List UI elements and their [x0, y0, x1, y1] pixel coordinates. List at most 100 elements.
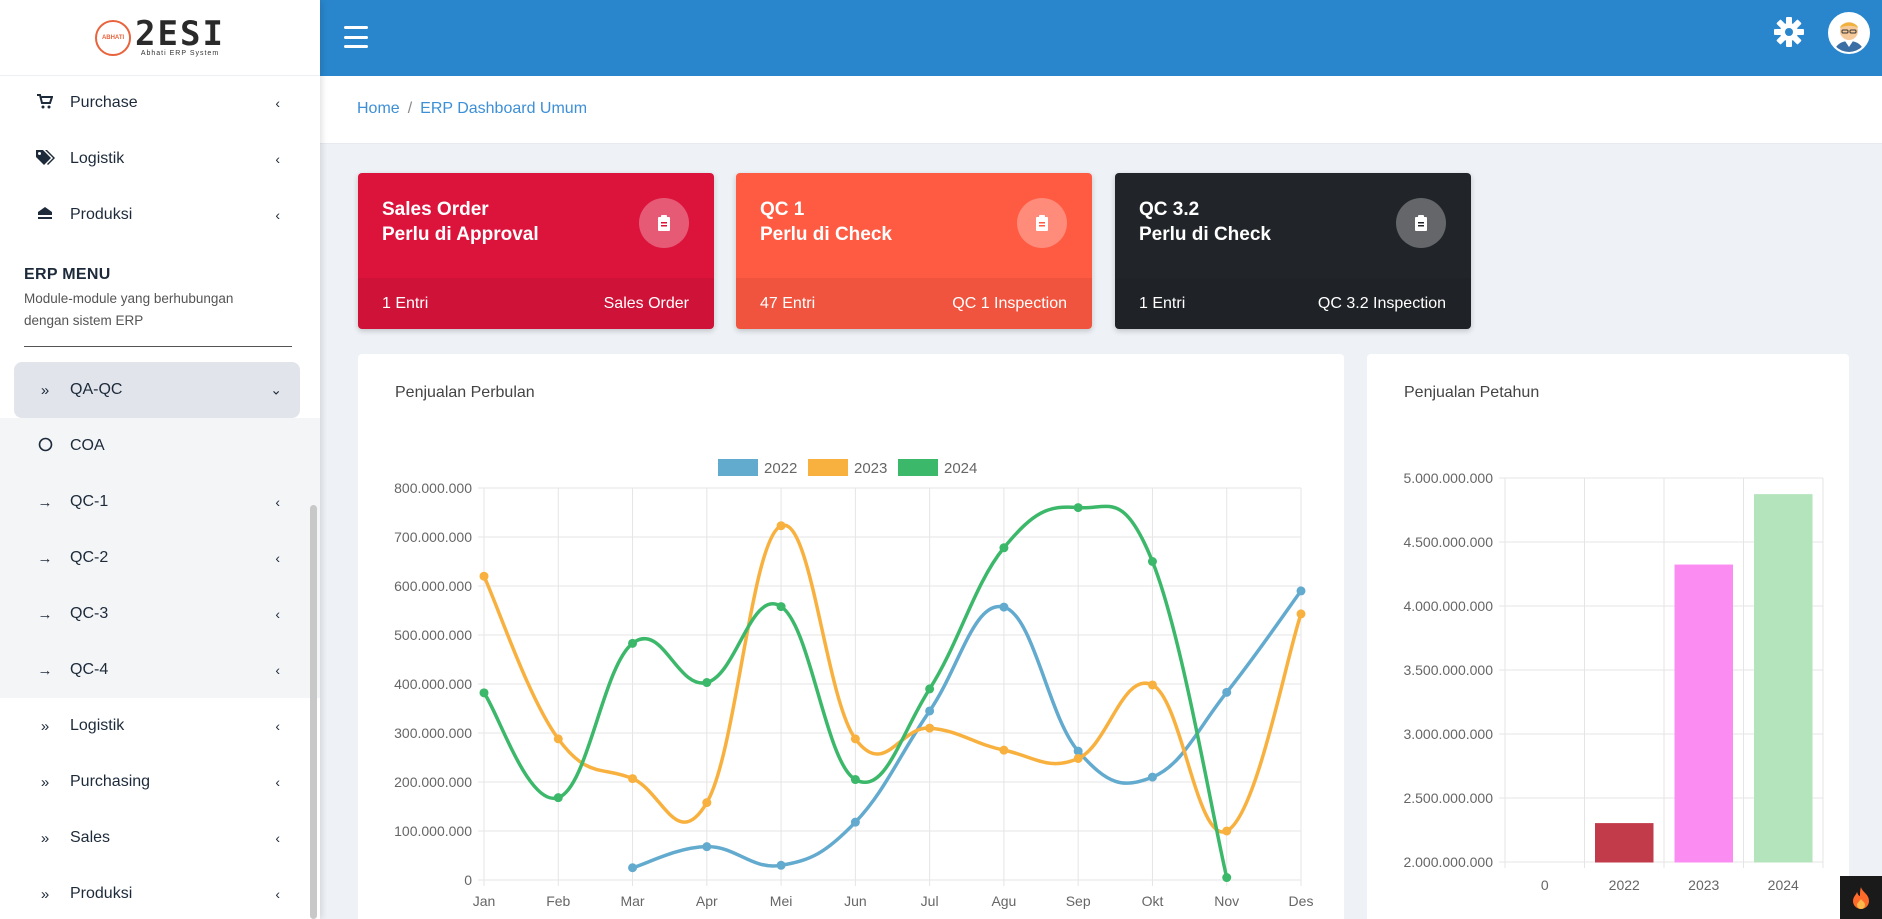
data-point-2024	[1073, 503, 1083, 513]
chevron-left-icon: ‹	[275, 494, 280, 510]
data-point-2024	[702, 678, 712, 688]
data-point-2024	[1147, 557, 1157, 566]
sidebar-item-purchase[interactable]: Purchase ‹	[0, 75, 320, 131]
chevron-left-icon: ‹	[275, 774, 280, 790]
card-qc3-2[interactable]: QC 3.2 Perlu di Check 1 Entri QC 3.2 Insp…	[1115, 173, 1471, 329]
sidebar-subitem-qc-4[interactable]: → QC-4 ‹	[0, 642, 320, 698]
sidebar-item-label: QA-QC	[70, 381, 123, 398]
topbar	[320, 0, 1882, 76]
y-tick-label: 3.000.000.000	[1403, 726, 1493, 742]
sidebar-subitem-coa[interactable]: COA	[0, 418, 320, 474]
card-link[interactable]: QC 3.2 Inspection	[1318, 295, 1446, 313]
card-link[interactable]: Sales Order	[604, 295, 689, 313]
double-chevron-right-icon: »	[40, 885, 50, 903]
card-link[interactable]: QC 1 Inspection	[952, 295, 1067, 313]
double-chevron-right-icon: »	[40, 381, 50, 399]
data-point-2023	[628, 774, 638, 784]
data-point-2022	[1147, 772, 1157, 782]
chevron-left-icon: ‹	[275, 886, 280, 902]
sidebar-item-logistik[interactable]: Logistik ‹	[0, 131, 320, 187]
card-entry-count: 47 Entri	[760, 294, 816, 312]
x-tick-label: Des	[1289, 893, 1314, 909]
menu-heading: ERP MENU Module-module yang berhubungan …	[24, 266, 292, 347]
hamburger-menu-icon[interactable]	[344, 26, 368, 48]
breadcrumb-current[interactable]: ERP Dashboard Umum	[420, 100, 587, 117]
data-point-2023	[1296, 609, 1306, 619]
gear-icon[interactable]	[1772, 16, 1806, 50]
flame-icon[interactable]	[1840, 876, 1882, 919]
x-tick-label: 2024	[1768, 877, 1799, 893]
brand-name: 2ESI	[135, 14, 225, 54]
card-title-line1: QC 3.2	[1139, 199, 1200, 220]
legend-swatch	[898, 459, 938, 476]
chevron-left-icon: ‹	[275, 662, 280, 678]
yearly-sales-panel: Penjualan Petahun 2.000.000.000 2.500.000…	[1367, 354, 1849, 919]
brand-logo[interactable]: ABHATI 2ESI Abhati ERP System	[95, 14, 225, 57]
bar-2023	[1674, 564, 1733, 863]
sidebar-item-label: QC-1	[70, 493, 109, 510]
card-title-line2: Perlu di Approval	[382, 224, 539, 245]
breadcrumb-bar: Home / ERP Dashboard Umum	[320, 76, 1882, 144]
sidebar-item-label: Purchase	[70, 94, 138, 111]
y-tick-label: 5.000.000.000	[1403, 470, 1493, 486]
breadcrumb-home[interactable]: Home	[357, 100, 400, 117]
chevron-left-icon: ‹	[275, 207, 280, 223]
sidebar-item-purchasing[interactable]: » Purchasing ‹	[0, 754, 320, 810]
data-point-2024	[628, 638, 638, 648]
breadcrumb-separator: /	[407, 100, 413, 117]
sidebar-item-label: Purchasing	[70, 773, 151, 790]
y-tick-label: 100.000.000	[394, 823, 472, 839]
card-sales-order[interactable]: Sales Order Perlu di Approval 1 Entri Sal…	[358, 173, 714, 329]
sidebar-subitem-qc-3[interactable]: → QC-3 ‹	[0, 586, 320, 642]
data-point-2022	[850, 817, 860, 827]
sidebar-item-label: QC-2	[70, 549, 109, 566]
card-title-line1: Sales Order	[382, 199, 489, 220]
card-entry-count: 1 Entri	[1139, 294, 1186, 312]
avatar[interactable]	[1828, 12, 1870, 54]
sidebar-item-sales[interactable]: » Sales ‹	[0, 810, 320, 866]
sidebar-subitem-qc-1[interactable]: → QC-1 ‹	[0, 474, 320, 530]
brand-subtitle: Abhati ERP System	[140, 50, 220, 57]
data-point-2024	[479, 688, 489, 698]
sidebar-item-label: Sales	[70, 829, 111, 846]
monthly-sales-panel: Penjualan Perbulan 0 100.000.000 200.000.0…	[358, 354, 1344, 919]
sidebar-item-logistik-erp[interactable]: » Logistik ‹	[0, 698, 320, 754]
data-point-2022	[999, 602, 1009, 612]
bar-2022	[1595, 823, 1654, 863]
chevron-left-icon: ‹	[275, 830, 280, 846]
x-tick-label: Jul	[921, 893, 939, 909]
chevron-left-icon: ‹	[275, 550, 280, 566]
card-entry-count: 1 Entri	[382, 294, 429, 312]
arrow-right-icon: →	[37, 661, 53, 679]
clipboard-icon	[1396, 198, 1446, 248]
sidebar-item-qa-qc[interactable]: » QA-QC ⌄	[14, 362, 300, 418]
circle-icon	[34, 437, 56, 456]
card-qc1[interactable]: QC 1 Perlu di Check 47 Entri QC 1 Inspect…	[736, 173, 1092, 329]
data-point-2024	[1222, 873, 1232, 883]
data-point-2022	[925, 706, 935, 716]
sidebar-subitem-qc-2[interactable]: → QC-2 ‹	[0, 530, 320, 586]
y-tick-label: 4.500.000.000	[1403, 534, 1493, 550]
sidebar-scrollbar[interactable]	[310, 505, 317, 919]
card-title-line2: Perlu di Check	[1139, 224, 1271, 245]
logo-area: ABHATI 2ESI Abhati ERP System	[0, 0, 320, 76]
x-tick-label: Okt	[1142, 893, 1164, 909]
sidebar-item-produksi[interactable]: Produksi ‹	[0, 187, 320, 243]
sidebar-item-label: Logistik	[70, 150, 125, 167]
breadcrumb: Home / ERP Dashboard Umum	[357, 100, 587, 118]
y-tick-label: 2.500.000.000	[1403, 790, 1493, 806]
data-point-2024	[925, 684, 935, 694]
sidebar-item-label: Logistik	[70, 717, 125, 734]
sidebar-item-produksi-erp[interactable]: » Produksi ‹	[0, 866, 320, 919]
menu-heading-title: ERP MENU	[24, 266, 111, 283]
sidebar-item-label: QC-4	[70, 661, 109, 678]
series-line-2023	[482, 523, 1303, 834]
data-point-2022	[702, 842, 712, 852]
y-tick-label: 300.000.000	[394, 725, 472, 741]
brand-mark: ABHATI	[95, 19, 132, 56]
y-tick-label: 700.000.000	[394, 529, 472, 545]
sidebar: ABHATI 2ESI Abhati ERP System Purchase ‹…	[0, 0, 320, 919]
legend-swatch	[808, 459, 848, 476]
x-tick-label: Nov	[1214, 893, 1239, 909]
y-tick-label: 400.000.000	[394, 676, 472, 692]
